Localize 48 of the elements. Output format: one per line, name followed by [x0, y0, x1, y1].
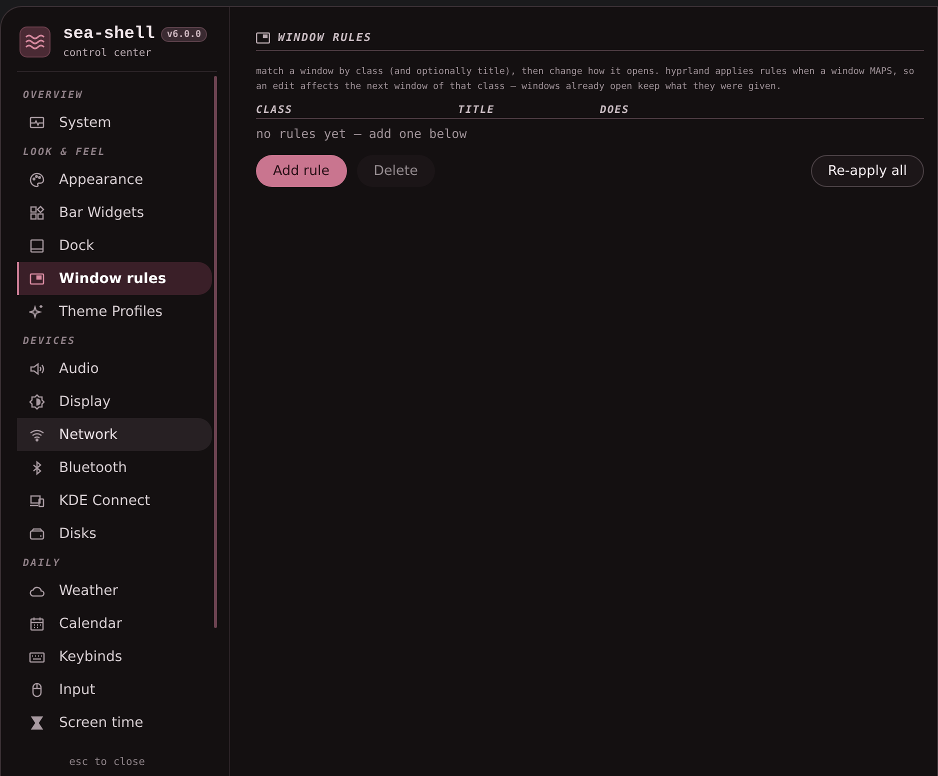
speaker-icon: [29, 360, 45, 376]
sidebar-item[interactable]: Disks: [17, 517, 212, 550]
sidebar-item[interactable]: Weather: [17, 574, 212, 607]
sidebar-item[interactable]: Screen time: [17, 706, 212, 739]
sidebar-item[interactable]: Bar Widgets: [17, 196, 212, 229]
sidebar-item[interactable]: Window rules: [17, 262, 212, 295]
section-label: OVERVIEW: [22, 89, 84, 103]
calendar-icon: [29, 616, 45, 632]
disk-icon: [29, 526, 45, 542]
column-header: DOES: [600, 104, 630, 116]
sidebar-item[interactable]: Network: [17, 418, 212, 451]
sidebar-item[interactable]: Bluetooth: [17, 451, 212, 484]
reapply-button[interactable]: Re-apply all: [810, 155, 924, 187]
sidebar-item[interactable]: Theme Profiles: [17, 295, 212, 328]
sidebar-item[interactable]: Display: [17, 385, 212, 418]
dock-icon: [29, 238, 45, 254]
sparkle-icon: [29, 304, 45, 320]
panel-description: match a window by class (and optionally title), then change how it opens. hyprland applies rules when a window MAPS, so an edit affects the next window of that class — windows already open keep what they were given.: [256, 65, 916, 94]
version-badge: v6.0.0: [160, 27, 208, 42]
sidebar-item[interactable]: Calendar: [17, 607, 212, 640]
app-name: sea-shell: [63, 25, 155, 44]
sidebar-item[interactable]: Appearance: [17, 163, 212, 196]
empty-message: no rules yet — add one below: [256, 126, 468, 141]
sidebar-item[interactable]: System: [17, 106, 212, 139]
sidebar-item[interactable]: Dock: [17, 229, 212, 262]
palette-icon: [29, 172, 45, 188]
waves-logo-icon: [19, 26, 51, 58]
sidebar-item[interactable]: KDE Connect: [17, 484, 212, 517]
column-header: TITLE: [458, 104, 496, 116]
column-header: CLASS: [256, 104, 294, 116]
close-hint: esc to close: [68, 755, 146, 770]
sidebar-item[interactable]: Audio: [17, 352, 212, 385]
display-icon: [29, 394, 45, 410]
panel-title: WINDOW RULES: [278, 31, 372, 44]
system-icon: [29, 114, 45, 130]
section-label: DEVICES: [22, 335, 77, 349]
hourglass-icon: [29, 714, 45, 730]
section-label: LOOK & FEEL: [22, 146, 107, 160]
window-icon: [29, 270, 45, 286]
app-subtitle: control center: [63, 47, 153, 59]
sidebar-item[interactable]: Keybinds: [17, 640, 212, 673]
add-button[interactable]: Add rule: [256, 155, 347, 187]
sidebar-item[interactable]: Input: [17, 673, 212, 706]
grid-icon: [29, 204, 45, 220]
delete-button[interactable]: Delete: [356, 155, 435, 187]
section-label: DAILY: [22, 557, 62, 571]
window-icon: [256, 32, 270, 44]
devices-icon: [29, 492, 45, 508]
